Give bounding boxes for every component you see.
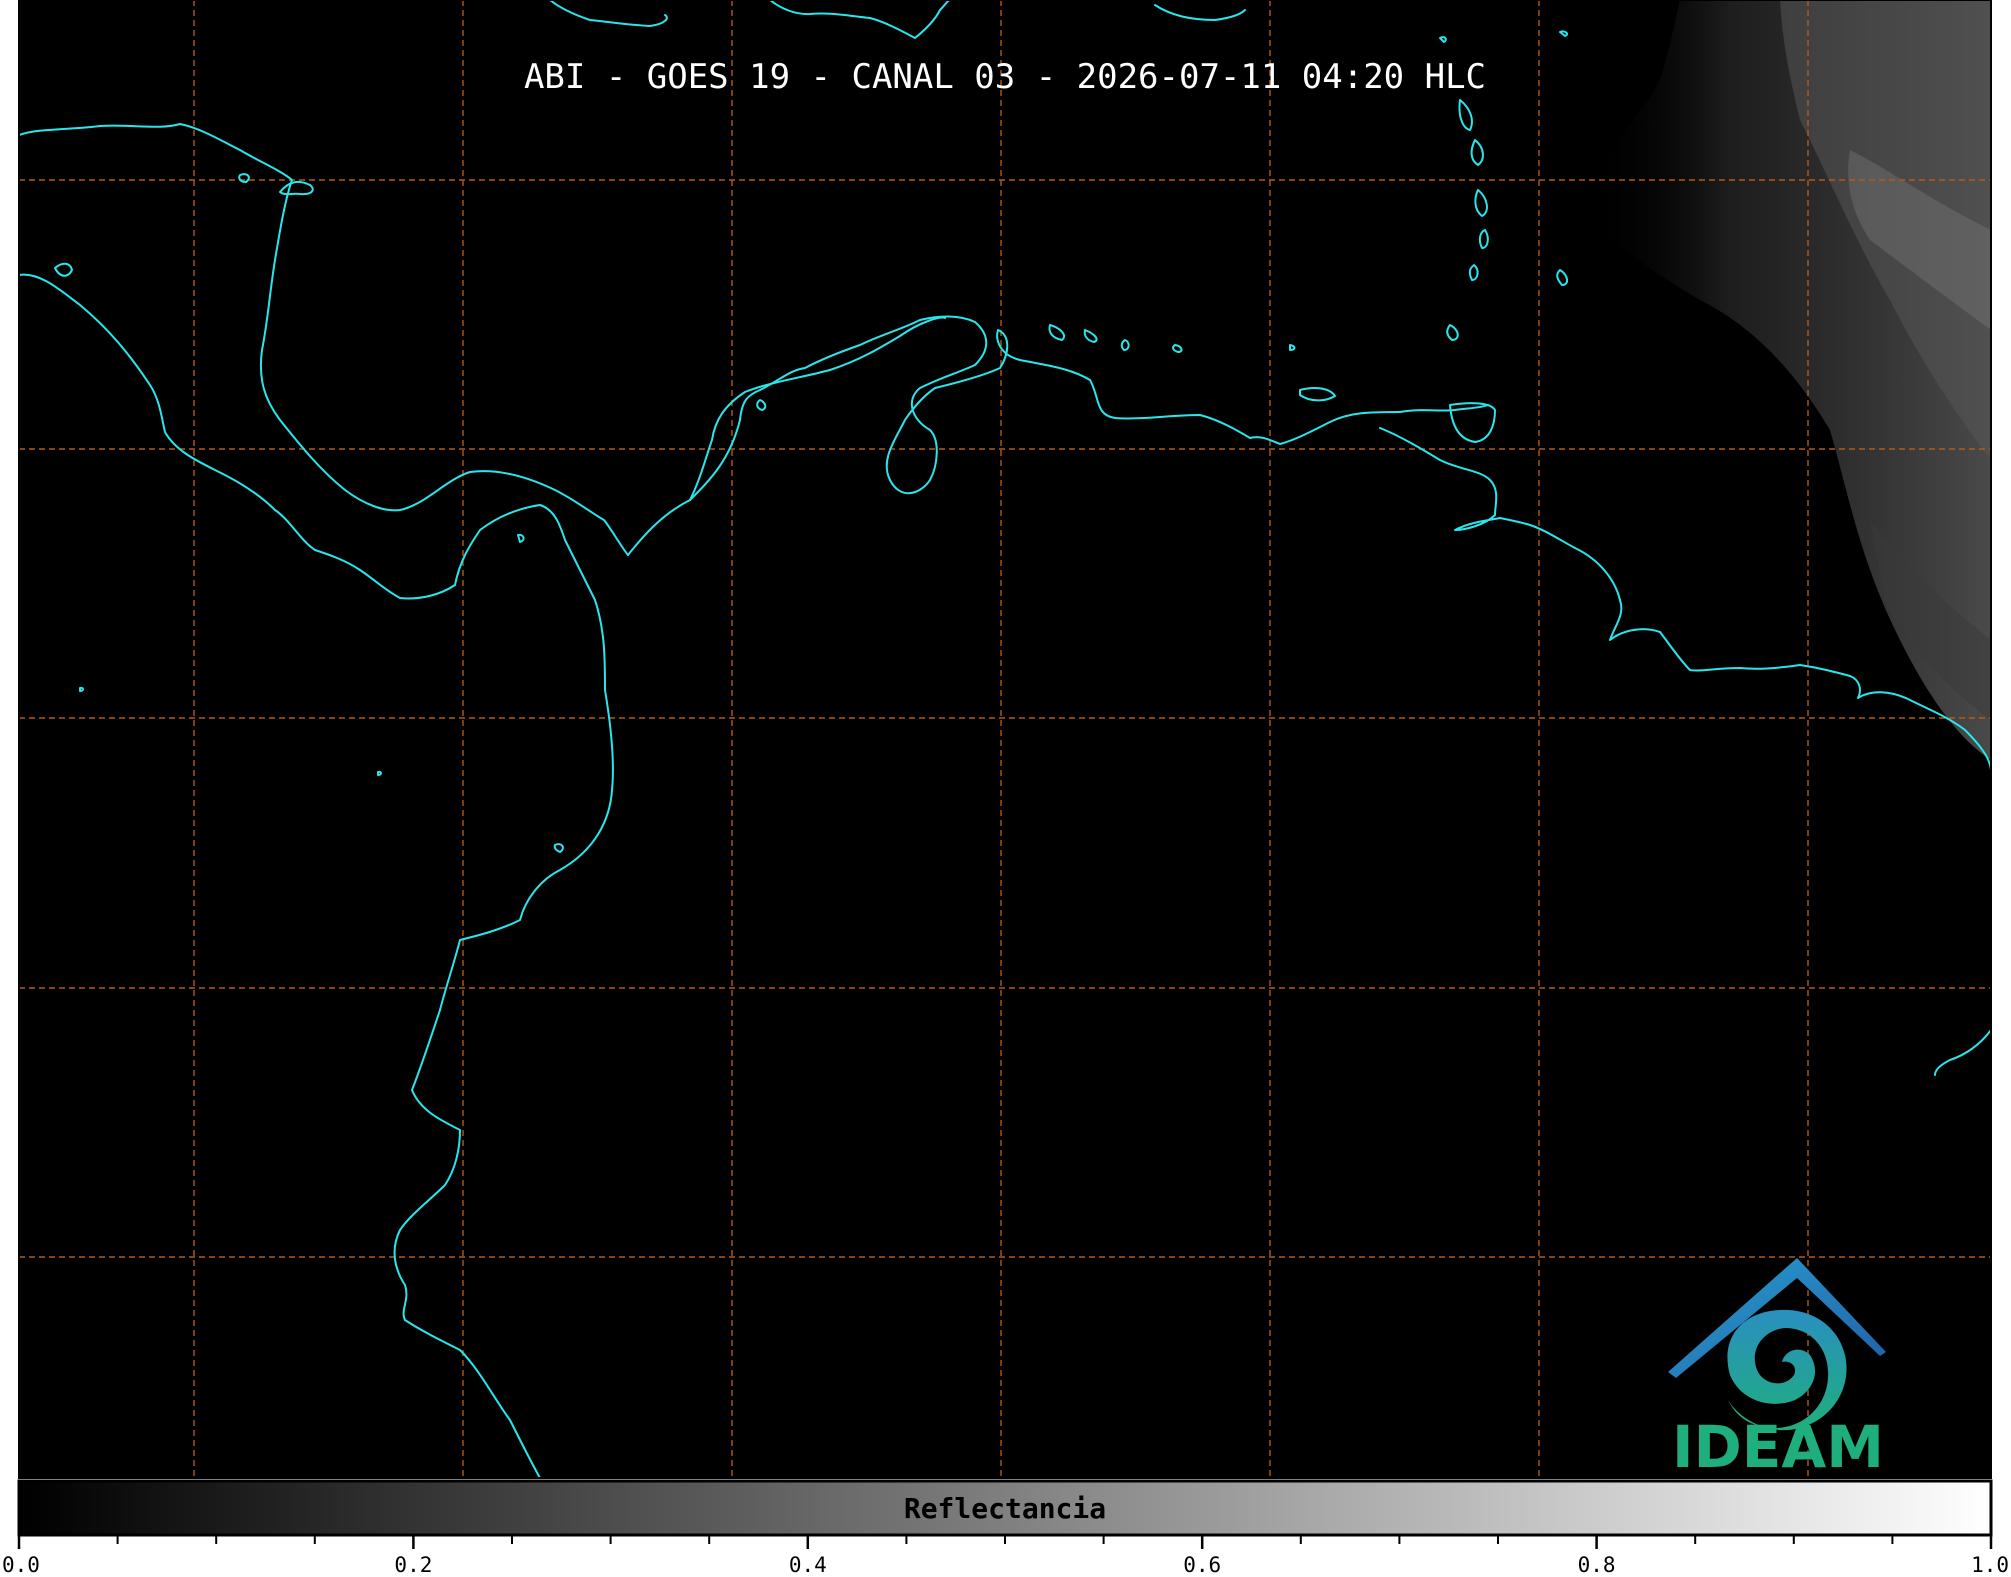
- satellite-map-figure: ABI - GOES 19 - CANAL 03 - 2026-07-11 04…: [2, 0, 2009, 1577]
- logo-text: IDEAM: [1672, 1413, 1884, 1481]
- map-title: ABI - GOES 19 - CANAL 03 - 2026-07-11 04…: [524, 57, 1486, 97]
- colorbar-tick-label: 0.6: [1183, 1553, 1221, 1577]
- satellite-image: [19, 0, 1991, 1478]
- colorbar-label: Reflectancia: [904, 1492, 1106, 1525]
- colorbar: Reflectancia 0.0 0.2 0.4 0.6 0.8 1.0: [2, 1479, 2009, 1577]
- colorbar-tick-label: 0.0: [2, 1553, 40, 1577]
- colorbar-ticks: 0.0 0.2 0.4 0.6 0.8 1.0: [2, 1535, 2009, 1577]
- colorbar-tick-label: 0.8: [1578, 1553, 1616, 1577]
- colorbar-tick-label: 0.2: [394, 1553, 432, 1577]
- colorbar-tick-label: 0.4: [789, 1553, 827, 1577]
- colorbar-tick-label: 1.0: [1971, 1553, 2009, 1577]
